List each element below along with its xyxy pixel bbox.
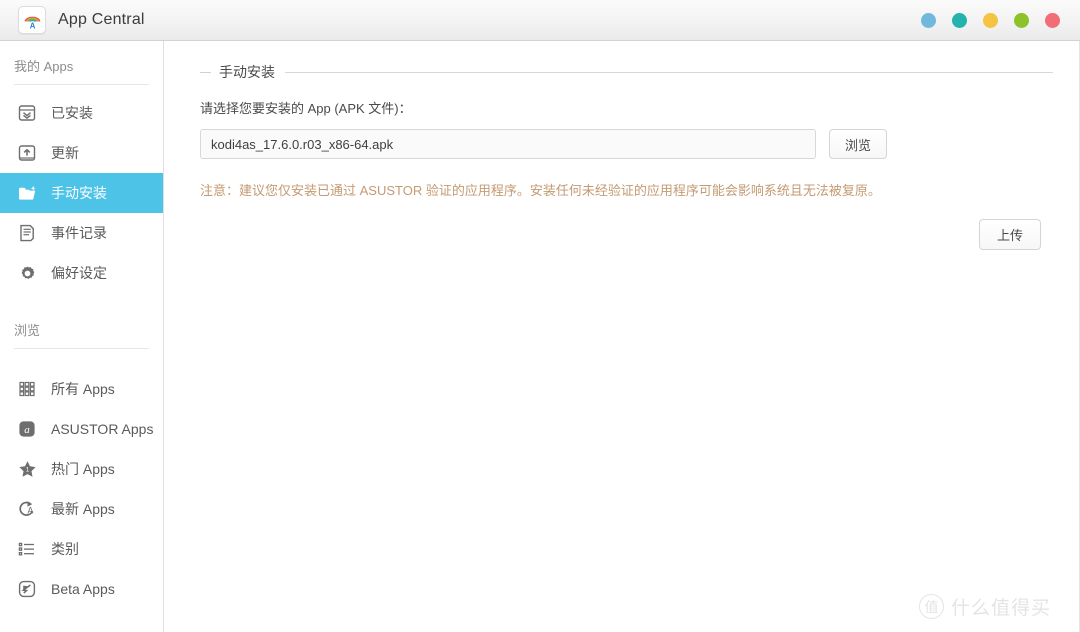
folder-plus-icon xyxy=(16,182,38,204)
svg-text:A: A xyxy=(27,505,33,515)
sidebar-item-beta-apps[interactable]: Beta Apps xyxy=(0,569,163,609)
asustor-a-icon: a xyxy=(16,418,38,440)
sidebar-item-event-log[interactable]: 事件记录 xyxy=(0,213,163,253)
window-controls xyxy=(921,12,1066,28)
app-central-window: A App Central 我的 Apps 已安装 更新 手动安装 事件记录 偏… xyxy=(0,0,1080,632)
sidebar: 我的 Apps 已安装 更新 手动安装 事件记录 偏好设定 浏览 所有 Apps… xyxy=(0,41,164,632)
log-document-icon xyxy=(16,222,38,244)
sidebar-divider xyxy=(14,84,149,85)
legend-rule xyxy=(285,71,1053,73)
sidebar-item-all-apps[interactable]: 所有 Apps xyxy=(0,369,163,409)
watermark-mark-icon: 值 xyxy=(918,594,944,619)
close-dot[interactable] xyxy=(1045,12,1060,28)
sidebar-item-category[interactable]: 类别 xyxy=(0,529,163,569)
update-upload-icon xyxy=(16,142,38,164)
sidebar-item-label: 更新 xyxy=(51,145,79,161)
legend-title: 手动安装 xyxy=(219,64,275,80)
sidebar-item-label: 最新 Apps xyxy=(51,501,115,517)
svg-text:1: 1 xyxy=(25,466,29,473)
refresh-a-icon: A xyxy=(16,498,38,520)
legend-dash xyxy=(200,71,211,73)
sidebar-item-asustor-apps[interactable]: a ASUSTOR Apps xyxy=(0,409,163,449)
grid-apps-icon xyxy=(16,378,38,400)
sidebar-item-label: 已安装 xyxy=(51,105,93,121)
sidebar-item-label: ASUSTOR Apps xyxy=(51,421,154,437)
sidebar-item-label: 手动安装 xyxy=(51,185,107,201)
svg-text:A: A xyxy=(29,21,35,30)
manual-install-fieldset: 手动安装 请选择您要安装的 App (APK 文件)： 浏览 注意：建议您仅安装… xyxy=(200,63,1053,250)
sidebar-item-label: 所有 Apps xyxy=(51,381,115,397)
sidebar-section-header-my-apps: 我的 Apps xyxy=(14,59,74,74)
fullscreen-dot[interactable] xyxy=(952,12,967,28)
restore-dot[interactable] xyxy=(983,12,998,28)
sidebar-item-update[interactable]: 更新 xyxy=(0,133,163,173)
sidebar-divider xyxy=(14,348,149,349)
main-content: 手动安装 请选择您要安装的 App (APK 文件)： 浏览 注意：建议您仅安装… xyxy=(164,41,1080,632)
install-warning-text: 注意：建议您仅安装已通过 ASUSTOR 验证的应用程序。安装任何未经验证的应用… xyxy=(200,183,881,198)
window-body: 我的 Apps 已安装 更新 手动安装 事件记录 偏好设定 浏览 所有 Apps… xyxy=(0,41,1080,632)
apk-path-input[interactable] xyxy=(200,129,816,159)
watermark-text: 什么值得买 xyxy=(950,598,1051,619)
app-central-rainbow-icon: A xyxy=(18,6,46,34)
sidebar-item-latest-apps[interactable]: A 最新 Apps xyxy=(0,489,163,529)
sidebar-item-label: 类别 xyxy=(51,541,79,557)
sidebar-item-label: 偏好设定 xyxy=(51,265,107,281)
watermark: 值 什么值得买 xyxy=(918,593,1051,620)
upload-button[interactable]: 上传 xyxy=(979,218,1041,250)
fieldset-legend: 手动安装 xyxy=(200,63,1053,81)
sidebar-item-label: 热门 Apps xyxy=(51,461,115,477)
upload-row: 上传 xyxy=(200,218,1053,250)
maximize-dot[interactable] xyxy=(1014,12,1029,28)
gear-icon xyxy=(16,262,38,284)
installed-box-icon xyxy=(16,102,38,124)
window-titlebar: A App Central xyxy=(0,0,1080,41)
star-hot-icon: 1 xyxy=(16,458,38,480)
sidebar-item-label: 事件记录 xyxy=(51,225,107,241)
sidebar-item-hot-apps[interactable]: 1 热门 Apps xyxy=(0,449,163,489)
browse-button[interactable]: 浏览 xyxy=(829,129,887,159)
sidebar-item-installed[interactable]: 已安装 xyxy=(0,93,163,133)
window-title: App Central xyxy=(58,11,145,28)
sidebar-item-preferences[interactable]: 偏好设定 xyxy=(0,253,163,293)
sidebar-item-manual-install[interactable]: 手动安装 xyxy=(0,173,163,213)
file-select-row: 浏览 xyxy=(200,129,1053,159)
list-category-icon xyxy=(16,538,38,560)
minimize-dot[interactable] xyxy=(921,12,936,28)
svg-text:a: a xyxy=(24,424,30,436)
sidebar-section-header-browse: 浏览 xyxy=(14,323,41,338)
beta-arrow-icon xyxy=(16,578,38,600)
sidebar-item-label: Beta Apps xyxy=(51,581,115,597)
file-select-label: 请选择您要安装的 App (APK 文件)： xyxy=(200,101,412,116)
